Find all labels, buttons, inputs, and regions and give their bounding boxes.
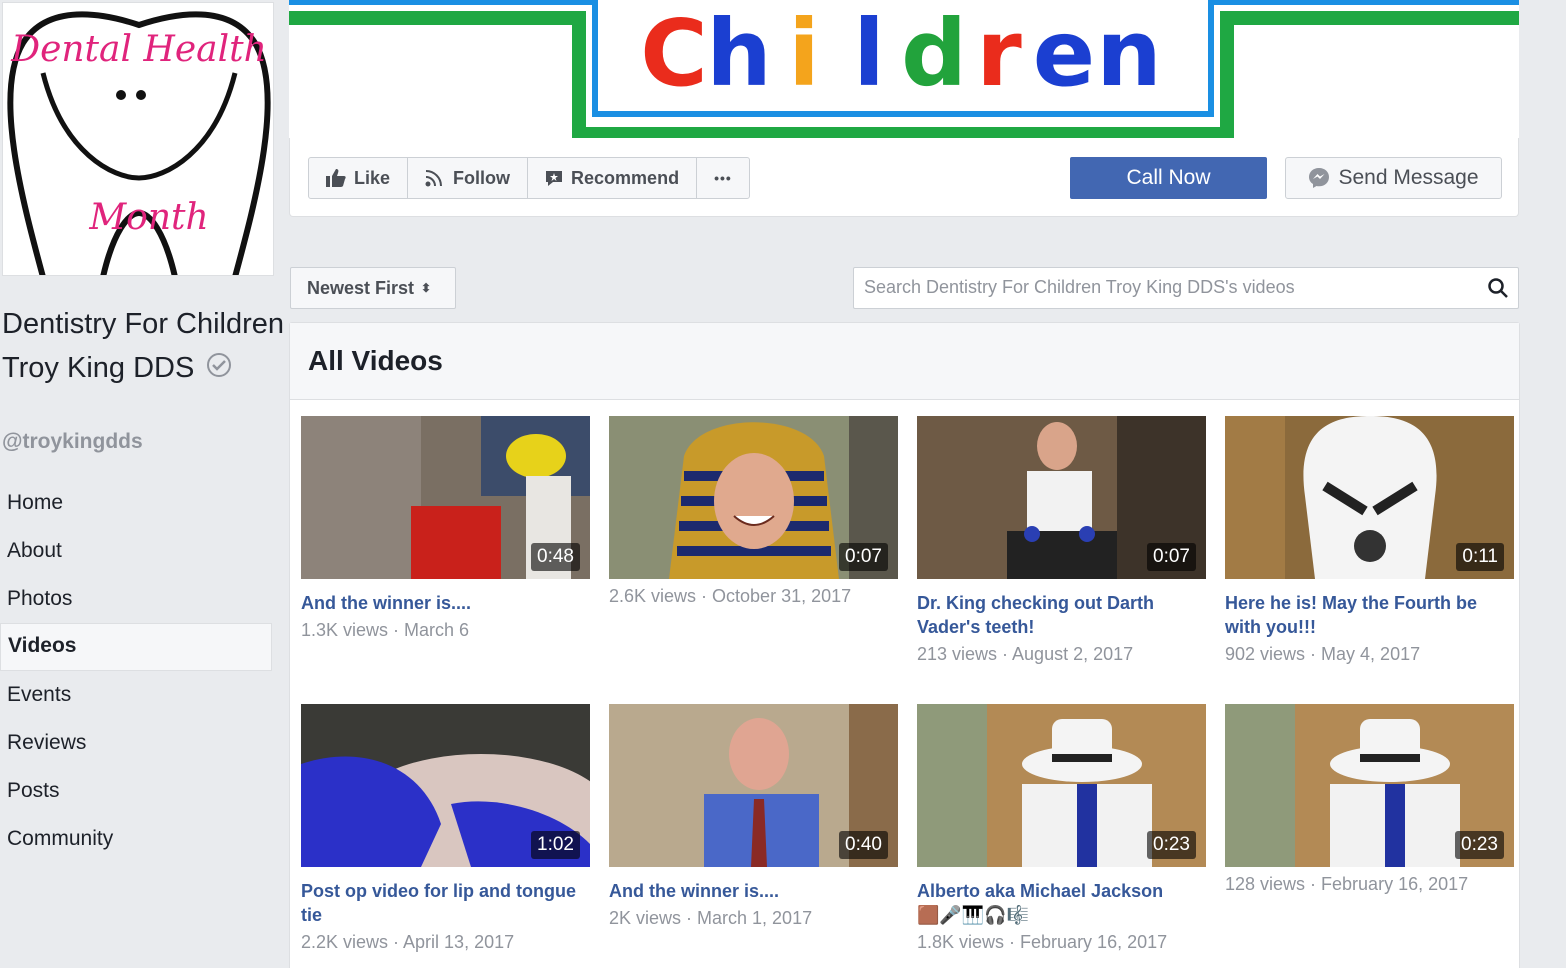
video-meta: 1.3K views · March 6 [301, 620, 470, 640]
cover-letter: h [706, 0, 772, 107]
nav-item-events[interactable]: Events [0, 671, 272, 719]
video-tile: 0:23 Alberto aka Michael Jackson 🟫🎤🎹🎧🎼 1… [917, 704, 1206, 968]
video-tile: 1:02 Post op video for lip and tongue ti… [301, 704, 590, 968]
video-meta: 2K views · March 1, 2017 [609, 908, 813, 928]
video-search [853, 267, 1519, 309]
video-grid: 0:48 And the winner is.... 1.3K views · … [301, 416, 1514, 968]
recommend-star-icon [546, 171, 563, 186]
video-title[interactable]: And the winner is.... [301, 591, 590, 615]
videos-header: All Videos [290, 323, 1519, 400]
video-duration: 0:23 [1147, 831, 1196, 859]
nav-item-community[interactable]: Community [0, 815, 272, 863]
video-thumbnail[interactable]: 0:48 [301, 416, 590, 579]
cover-photo[interactable]: Children [289, 0, 1519, 138]
video-tile: 0:07 2.6K views · October 31, 2017 [609, 416, 898, 704]
video-duration: 0:07 [839, 543, 888, 571]
videos-card: All Videos 0:48 And the winner is.... 1.… [289, 322, 1520, 968]
more-options-button[interactable]: ••• [697, 158, 749, 198]
nav-item-reviews[interactable]: Reviews [0, 719, 272, 767]
video-meta: 2.6K views · October 31, 2017 [609, 586, 852, 606]
nav-item-posts[interactable]: Posts [0, 767, 272, 815]
cover-letter: r [976, 0, 1022, 107]
send-message-label: Send Message [1338, 166, 1479, 189]
video-thumbnail[interactable]: 0:23 [917, 704, 1206, 867]
video-title-text: Alberto aka Michael Jackson [917, 881, 1164, 901]
left-nav: Home About Photos Videos Events Reviews … [0, 479, 272, 863]
nav-item-videos[interactable]: Videos [0, 623, 272, 671]
cover-letter: d [901, 0, 967, 107]
messenger-icon [1309, 168, 1330, 188]
cover-letter: l [853, 0, 885, 107]
follow-button[interactable]: Follow [408, 158, 529, 198]
video-thumbnail[interactable]: 0:07 [917, 416, 1206, 579]
video-duration: 1:02 [531, 831, 580, 859]
video-tile: 0:07 Dr. King checking out Darth Vader's… [917, 416, 1206, 704]
video-tile: 0:11 Here he is! May the Fourth be with … [1225, 416, 1514, 704]
rss-icon [425, 170, 443, 187]
video-title[interactable]: Here he is! May the Fourth be with you!!… [1225, 591, 1514, 639]
video-title[interactable]: And the winner is.... [609, 879, 898, 903]
cover-letter: e [1033, 0, 1095, 107]
nav-item-home[interactable]: Home [0, 479, 272, 527]
profile-picture[interactable]: Dental Health Month [2, 2, 274, 276]
like-label: Like [354, 167, 391, 188]
video-title-emojis: 🟫🎤🎹🎧🎼 [917, 905, 1030, 925]
videos-heading: All Videos [308, 345, 443, 376]
video-duration: 0:48 [531, 543, 580, 571]
sort-label: Newest First [307, 277, 415, 298]
send-message-button[interactable]: Send Message [1285, 157, 1502, 199]
thumbs-up-icon [326, 169, 346, 187]
video-title[interactable]: Post op video for lip and tongue tie [301, 879, 590, 927]
follow-label: Follow [453, 167, 511, 188]
video-title[interactable]: Dr. King checking out Darth Vader's teet… [917, 591, 1206, 639]
video-duration: 0:07 [1147, 543, 1196, 571]
video-meta: 2.2K views · April 13, 2017 [301, 932, 515, 952]
video-tile: 0:23 128 views · February 16, 2017 [1225, 704, 1514, 968]
video-duration: 0:23 [1455, 831, 1504, 859]
video-tile: 0:40 And the winner is.... 2K views · Ma… [609, 704, 898, 968]
verified-check-icon [206, 347, 232, 391]
video-search-input[interactable] [864, 268, 1464, 306]
nav-item-photos[interactable]: Photos [0, 575, 272, 623]
video-thumbnail[interactable]: 0:23 [1225, 704, 1514, 867]
page-handle[interactable]: @troykingdds [2, 430, 143, 454]
video-title[interactable]: Alberto aka Michael Jackson 🟫🎤🎹🎧🎼 [917, 879, 1206, 927]
page-name-text: Dentistry For Children Troy King DDS [2, 308, 285, 384]
page-name: Dentistry For Children Troy King DDS [2, 302, 287, 391]
like-button[interactable]: Like [309, 158, 409, 198]
cover-letter: C [640, 0, 708, 107]
sort-caret-icon: ⬍ [421, 281, 432, 295]
recommend-label: Recommend [571, 167, 680, 188]
cover-letter: n [1096, 0, 1162, 107]
video-thumbnail[interactable]: 0:11 [1225, 416, 1514, 579]
video-meta: 213 views · August 2, 2017 [917, 644, 1134, 664]
video-tile: 0:48 And the winner is.... 1.3K views · … [301, 416, 590, 704]
recommend-button[interactable]: Recommend [528, 158, 698, 198]
page-action-buttons: Like Follow Recommend ••• [308, 157, 750, 199]
svg-text:Month: Month [88, 197, 208, 238]
call-now-button[interactable]: Call Now [1070, 157, 1267, 199]
cover-graphic: Ch i l d r e n [289, 0, 1519, 138]
search-icon[interactable] [1488, 278, 1508, 302]
nav-item-about[interactable]: About [0, 527, 272, 575]
video-duration: 0:40 [839, 831, 888, 859]
video-thumbnail[interactable]: 0:07 [609, 416, 898, 579]
video-thumbnail[interactable]: 0:40 [609, 704, 898, 867]
cover-letter: i [788, 0, 820, 107]
page-action-bar: Like Follow Recommend ••• Call Now Send … [289, 138, 1519, 217]
video-meta: 128 views · February 16, 2017 [1225, 874, 1469, 894]
more-options-icon: ••• [714, 170, 732, 186]
video-thumbnail[interactable]: 1:02 [301, 704, 590, 867]
video-meta: 902 views · May 4, 2017 [1225, 644, 1421, 664]
video-duration: 0:11 [1456, 543, 1504, 571]
sort-dropdown[interactable]: Newest First ⬍ [290, 267, 456, 309]
svg-text:Dental Health: Dental Health [10, 29, 267, 70]
tooth-logo-icon: Dental Health Month [3, 3, 273, 275]
video-meta: 1.8K views · February 16, 2017 [917, 932, 1168, 952]
